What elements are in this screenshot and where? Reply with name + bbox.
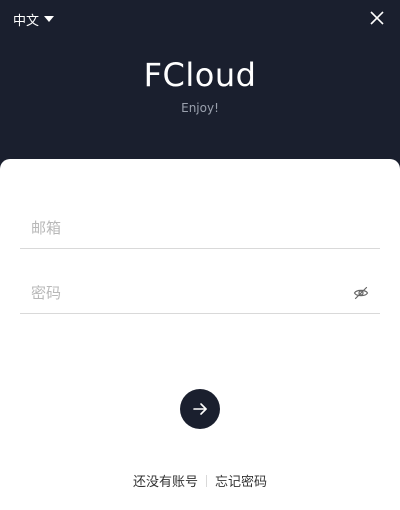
forgot-password-link[interactable]: 忘记密码 (215, 471, 267, 490)
eye-off-icon[interactable] (353, 285, 369, 301)
login-submit-button[interactable] (180, 389, 220, 429)
login-header: 中文 FCloud Enjoy! (0, 0, 400, 175)
password-field (20, 273, 380, 314)
register-link[interactable]: 还没有账号 (133, 471, 198, 490)
email-input[interactable] (20, 208, 351, 248)
brand-title: FCloud (143, 56, 257, 94)
close-icon[interactable] (369, 10, 385, 26)
caret-down-icon (44, 16, 55, 22)
account-links: 还没有账号 忘记密码 (0, 471, 400, 490)
arrow-right-icon (193, 403, 207, 415)
login-card: 还没有账号 忘记密码 (0, 159, 400, 510)
password-input[interactable] (20, 273, 351, 313)
language-selector[interactable]: 中文 (13, 10, 55, 29)
language-label: 中文 (13, 13, 40, 29)
email-field (20, 208, 380, 249)
links-divider (206, 474, 207, 487)
brand-tagline: Enjoy! (181, 101, 219, 115)
